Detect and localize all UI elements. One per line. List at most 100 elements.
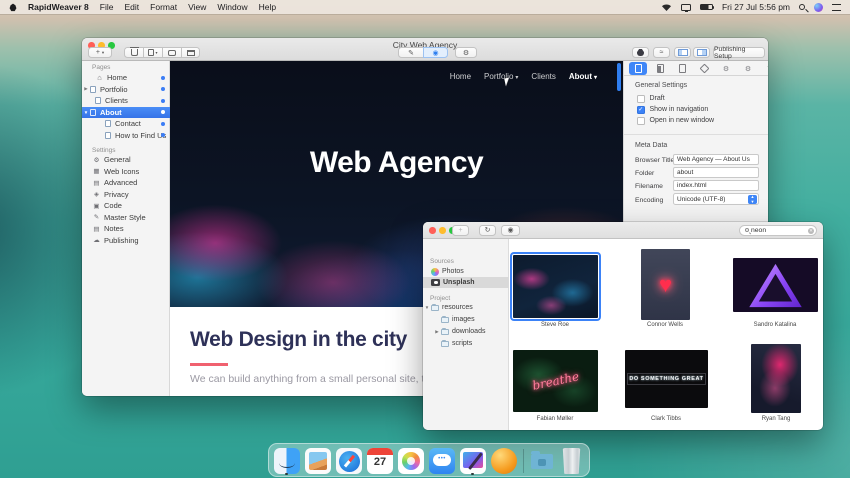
tab-general-settings[interactable]: [629, 62, 647, 75]
webpage-nav-about[interactable]: About▾: [569, 72, 597, 81]
orange-app-icon[interactable]: [491, 448, 517, 474]
edit-mode-button[interactable]: ✎: [398, 47, 423, 58]
sidebar-item-portfolio[interactable]: ▶ Portfolio: [82, 84, 170, 96]
gear-circle-icon: ⚙: [745, 65, 751, 73]
menubar-clock[interactable]: Fri 27 Jul 5:56 pm: [722, 2, 790, 12]
apple-menu-icon[interactable]: [9, 3, 17, 12]
photo-thumbnail-fabian-moller[interactable]: breathe: [513, 350, 598, 412]
sidebar-item-web-icons[interactable]: ▦ Web Icons: [82, 166, 170, 178]
folder-downloads[interactable]: ▶ downloads: [423, 326, 509, 337]
theme-button[interactable]: [632, 47, 649, 58]
preview-app-icon[interactable]: [305, 448, 331, 474]
add-page-button[interactable]: +▾: [88, 47, 112, 58]
gear-icon: ⚙: [463, 49, 469, 57]
sidebar-doc-icon: [657, 64, 664, 73]
sidebar-item-code[interactable]: ▣ Code: [82, 200, 170, 212]
add-resource-button[interactable]: +: [452, 225, 469, 236]
wifi-icon[interactable]: [661, 3, 672, 12]
clear-search-icon[interactable]: ✕: [808, 228, 814, 234]
folder-resources[interactable]: ▼ resources: [423, 302, 509, 313]
tab-layout[interactable]: [673, 62, 691, 75]
sidebar-item-clients[interactable]: Clients: [82, 95, 170, 107]
preview-mode-button[interactable]: ◉: [423, 47, 448, 58]
show-in-nav-checkbox[interactable]: ✓: [637, 106, 645, 114]
downloads-folder-icon[interactable]: [529, 448, 555, 474]
display-icon[interactable]: [681, 4, 691, 11]
encoding-select[interactable]: Unicode (UTF-8) ▲▼: [673, 193, 759, 205]
safari-icon[interactable]: [336, 448, 362, 474]
page-info-button[interactable]: ▾: [143, 47, 162, 58]
browser-title-label: Browser Title: [635, 157, 674, 164]
photo-credit: Steve Roe: [510, 322, 600, 328]
menu-format[interactable]: Format: [150, 2, 177, 12]
refresh-button[interactable]: ↻: [479, 225, 496, 236]
filename-input[interactable]: [673, 180, 759, 191]
source-unsplash[interactable]: Unsplash: [423, 277, 509, 288]
sidebar-item-general[interactable]: ⚙ General: [82, 154, 170, 166]
siri-icon[interactable]: [814, 3, 823, 12]
preview-scrollbar[interactable]: [617, 63, 621, 91]
menu-file[interactable]: File: [100, 2, 114, 12]
tab-refresh[interactable]: ↻: [761, 62, 768, 75]
toggle-right-sidebar-button[interactable]: [693, 47, 710, 58]
sidebar-item-how-to-find-us[interactable]: How to Find Us: [82, 130, 170, 142]
sidebar-item-contact[interactable]: Contact: [82, 118, 170, 130]
photo-thumbnail-steve-roe[interactable]: [513, 255, 598, 318]
photo-thumbnail-clark-tibbs[interactable]: DO SOMETHING GREAT: [625, 350, 708, 408]
finder-icon[interactable]: [274, 448, 300, 474]
delete-page-button[interactable]: [124, 47, 143, 58]
menu-edit[interactable]: Edit: [125, 2, 140, 12]
publishing-setup-button[interactable]: Publishing Setup: [713, 47, 765, 58]
messages-icon[interactable]: •••: [429, 448, 455, 474]
sidebar-item-label: How to Find Us: [115, 131, 166, 140]
webpage-nav-portfolio[interactable]: Portfolio▾: [484, 72, 518, 81]
menu-window[interactable]: Window: [217, 2, 247, 12]
browser-title-input[interactable]: [673, 154, 759, 165]
photos-app-icon[interactable]: [398, 448, 424, 474]
disclosure-down-icon[interactable]: ▼: [82, 110, 90, 115]
tab-sidebar[interactable]: [651, 62, 669, 75]
tab-advanced[interactable]: ⚙: [739, 62, 757, 75]
disclosure-right-icon[interactable]: ▶: [82, 86, 90, 92]
window-mode-button[interactable]: [181, 47, 200, 58]
rapidweaver-dock-icon[interactable]: [460, 448, 486, 474]
webpage-nav-clients[interactable]: Clients: [531, 72, 555, 81]
tab-page-settings[interactable]: ⚙: [717, 62, 735, 75]
quicklook-button[interactable]: ◉: [501, 225, 520, 236]
sidebar-item-about[interactable]: ▼ About: [82, 107, 170, 119]
spotlight-search-icon[interactable]: [799, 4, 805, 10]
photo-thumbnail-connor-wells[interactable]: ♥: [641, 249, 690, 320]
sidebar-item-notes[interactable]: ▤ Notes: [82, 223, 170, 235]
sidebar-item-privacy[interactable]: ◈ Privacy: [82, 189, 170, 201]
menu-view[interactable]: View: [188, 2, 206, 12]
app-menu[interactable]: RapidWeaver 8: [28, 2, 89, 12]
battery-icon[interactable]: [700, 4, 713, 10]
source-photos[interactable]: Photos: [423, 266, 509, 277]
sidebar-item-publishing[interactable]: ☁ Publishing: [82, 235, 170, 247]
minimize-button[interactable]: [439, 227, 446, 234]
calendar-icon[interactable]: 27: [367, 448, 393, 474]
sidebar-item-master-style[interactable]: ✎ Master Style: [82, 212, 170, 224]
folder-images[interactable]: images: [423, 314, 509, 325]
folder-scripts[interactable]: scripts: [423, 338, 509, 349]
close-button[interactable]: [429, 227, 436, 234]
trash-icon[interactable]: [562, 448, 581, 474]
photo-thumbnail-ryan-tang[interactable]: [751, 344, 801, 413]
page-icon: [90, 109, 96, 116]
menu-help[interactable]: Help: [259, 2, 276, 12]
folder-input[interactable]: [673, 167, 759, 178]
sidebar-item-advanced[interactable]: ▤ Advanced: [82, 177, 170, 189]
disclosure-right-icon[interactable]: ▶: [433, 329, 441, 335]
browser-preview-button[interactable]: ⚙: [455, 47, 477, 58]
webpage-nav-home[interactable]: Home: [450, 72, 471, 81]
toggle-left-sidebar-button[interactable]: [674, 47, 691, 58]
tab-tags[interactable]: [695, 62, 713, 75]
sidebar-item-home[interactable]: ⌂ Home: [82, 72, 170, 84]
devices-preview-button[interactable]: [162, 47, 181, 58]
open-new-window-checkbox[interactable]: [637, 117, 645, 125]
disclosure-down-icon[interactable]: ▼: [423, 305, 431, 310]
health-check-button[interactable]: ≈: [653, 47, 670, 58]
notification-center-icon[interactable]: [832, 4, 841, 11]
draft-checkbox[interactable]: [637, 95, 645, 103]
photo-thumbnail-sandro-katalina[interactable]: [733, 258, 818, 312]
